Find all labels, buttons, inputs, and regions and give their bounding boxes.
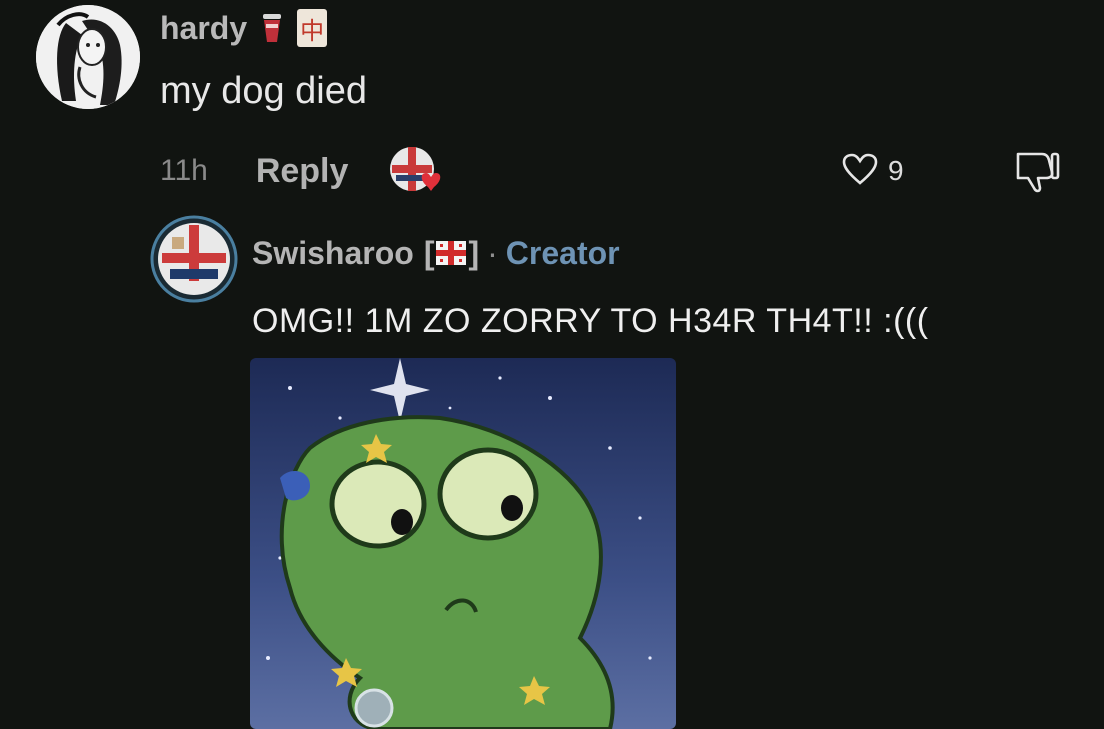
comment-username[interactable]: hardy — [160, 10, 247, 47]
comment-author-row: hardy 中 — [160, 8, 328, 48]
comment-thread: hardy 中 my dog died 11h Reply 9 Swisharo… — [0, 0, 1104, 729]
frog-sticker-image[interactable] — [250, 358, 676, 729]
avatar[interactable] — [36, 5, 140, 109]
cup-icon — [259, 10, 285, 46]
creator-liked-icon — [388, 145, 444, 197]
thumbs-down-icon[interactable] — [1010, 148, 1062, 194]
flag-bracket-open: [ — [423, 234, 435, 271]
reply-username[interactable]: Swisharoo — [252, 235, 414, 272]
like-control[interactable]: 9 — [842, 148, 904, 194]
mahjong-tile-icon: 中 — [297, 9, 328, 47]
reply-author-row: Swisharoo [ ] · Creator — [252, 232, 620, 274]
creator-avatar[interactable] — [150, 215, 238, 303]
reply-button[interactable]: Reply — [256, 152, 349, 191]
comment-text: my dog died — [160, 70, 368, 112]
like-count: 9 — [888, 155, 904, 186]
georgia-flag-icon — [436, 241, 467, 265]
comment-actions: 11h Reply — [160, 145, 444, 197]
reply-text: OMG!! 1M ZO ZORRY TO H34R TH4T!! :((( — [252, 302, 929, 340]
heart-icon[interactable] — [842, 153, 878, 190]
comment-timestamp: 11h — [160, 154, 208, 187]
avatar-illustration — [36, 5, 140, 109]
separator-dot: · — [487, 234, 498, 271]
flag-bracket-close: ] — [468, 234, 480, 271]
creator-badge: Creator — [505, 234, 620, 271]
